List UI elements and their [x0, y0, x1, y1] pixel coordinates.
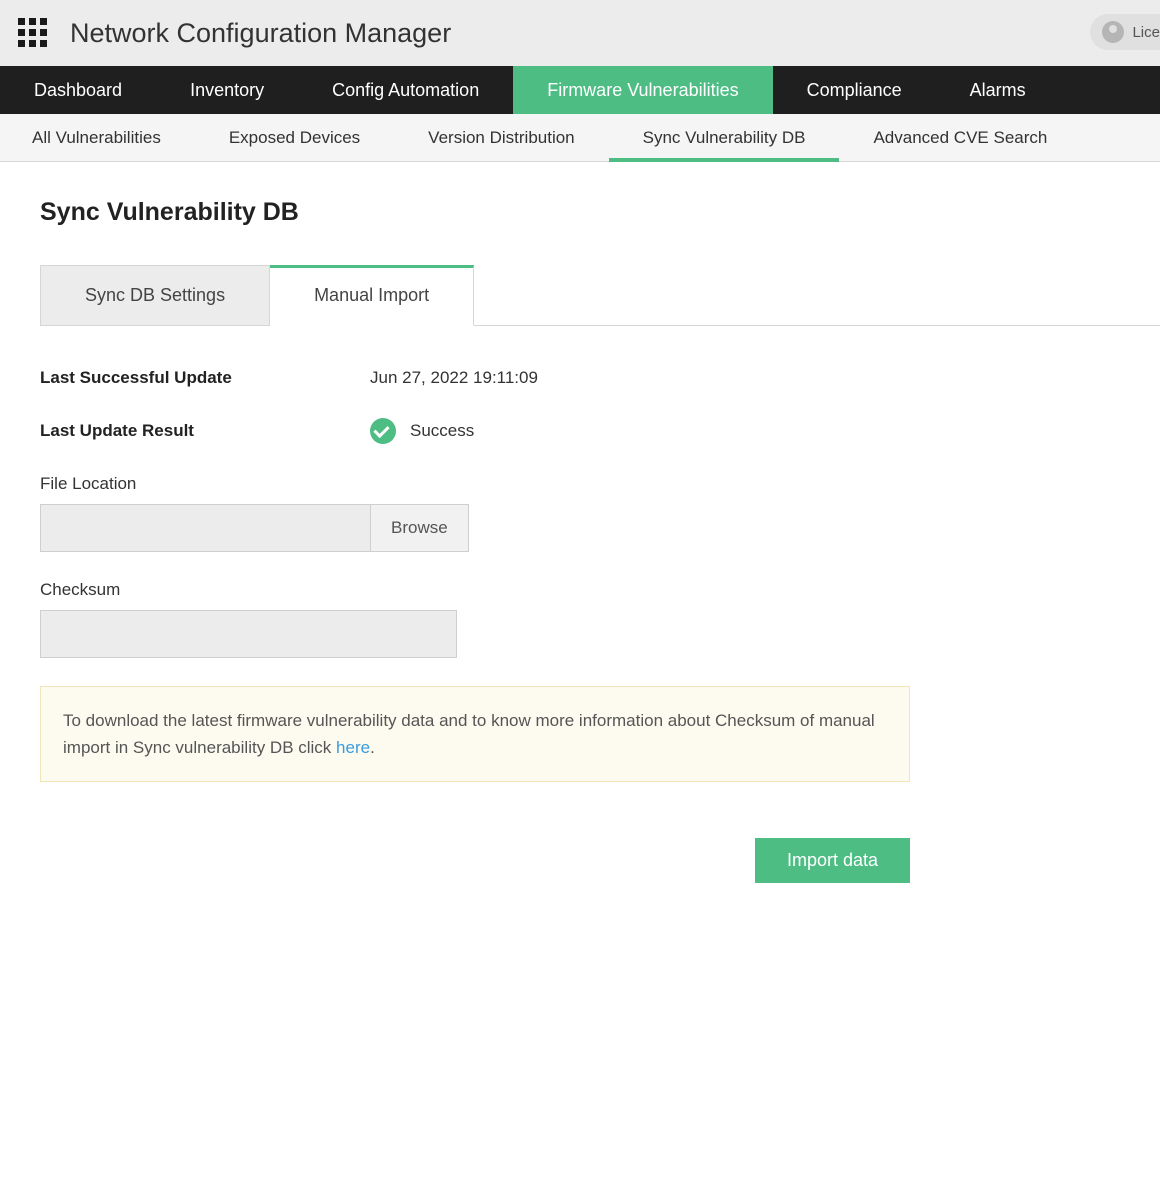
medal-icon	[1102, 21, 1124, 43]
row-last-result: Last Update Result Success	[40, 418, 1120, 444]
field-checksum: Checksum	[40, 580, 1120, 658]
form-area: Last Successful Update Jun 27, 2022 19:1…	[40, 326, 1120, 883]
main-nav: Dashboard Inventory Config Automation Fi…	[0, 66, 1160, 114]
nav-alarms[interactable]: Alarms	[936, 66, 1060, 114]
nav-dashboard[interactable]: Dashboard	[0, 66, 156, 114]
browse-button[interactable]: Browse	[370, 504, 469, 552]
last-update-label: Last Successful Update	[40, 368, 370, 388]
tab-sync-db-settings[interactable]: Sync DB Settings	[40, 265, 270, 325]
page-content: Sync Vulnerability DB Sync DB Settings M…	[0, 162, 1160, 919]
nav-compliance[interactable]: Compliance	[773, 66, 936, 114]
success-check-icon	[370, 418, 396, 444]
info-text-a: To download the latest firmware vulnerab…	[63, 711, 875, 757]
row-last-update: Last Successful Update Jun 27, 2022 19:1…	[40, 368, 1120, 388]
nav-config-automation[interactable]: Config Automation	[298, 66, 513, 114]
subnav-sync-vulnerability-db[interactable]: Sync Vulnerability DB	[609, 114, 840, 161]
import-data-button[interactable]: Import data	[755, 838, 910, 883]
apps-grid-icon[interactable]	[18, 18, 48, 48]
action-row: Import data	[40, 838, 910, 883]
last-result-label: Last Update Result	[40, 421, 370, 441]
top-header: Network Configuration Manager Lice	[0, 0, 1160, 66]
last-result-value: Success	[410, 421, 474, 441]
info-box: To download the latest firmware vulnerab…	[40, 686, 910, 782]
subnav-advanced-cve-search[interactable]: Advanced CVE Search	[839, 114, 1081, 161]
sub-nav: All Vulnerabilities Exposed Devices Vers…	[0, 114, 1160, 162]
info-text-b: .	[370, 738, 375, 757]
license-label: Lice	[1132, 24, 1160, 41]
nav-inventory[interactable]: Inventory	[156, 66, 298, 114]
inner-tabs: Sync DB Settings Manual Import	[40, 265, 1160, 326]
page-title: Sync Vulnerability DB	[40, 198, 1120, 227]
app-title: Network Configuration Manager	[70, 18, 451, 49]
file-location-label: File Location	[40, 474, 1120, 494]
info-link-here[interactable]: here	[336, 738, 370, 757]
last-update-value: Jun 27, 2022 19:11:09	[370, 368, 538, 388]
nav-firmware-vulnerabilities[interactable]: Firmware Vulnerabilities	[513, 66, 772, 114]
file-location-input[interactable]	[40, 504, 370, 552]
tab-manual-import[interactable]: Manual Import	[270, 265, 474, 326]
subnav-all-vulnerabilities[interactable]: All Vulnerabilities	[18, 114, 195, 161]
subnav-exposed-devices[interactable]: Exposed Devices	[195, 114, 394, 161]
license-badge[interactable]: Lice	[1090, 14, 1160, 50]
field-file-location: File Location Browse	[40, 474, 1120, 552]
checksum-label: Checksum	[40, 580, 1120, 600]
checksum-input[interactable]	[40, 610, 457, 658]
subnav-version-distribution[interactable]: Version Distribution	[394, 114, 608, 161]
